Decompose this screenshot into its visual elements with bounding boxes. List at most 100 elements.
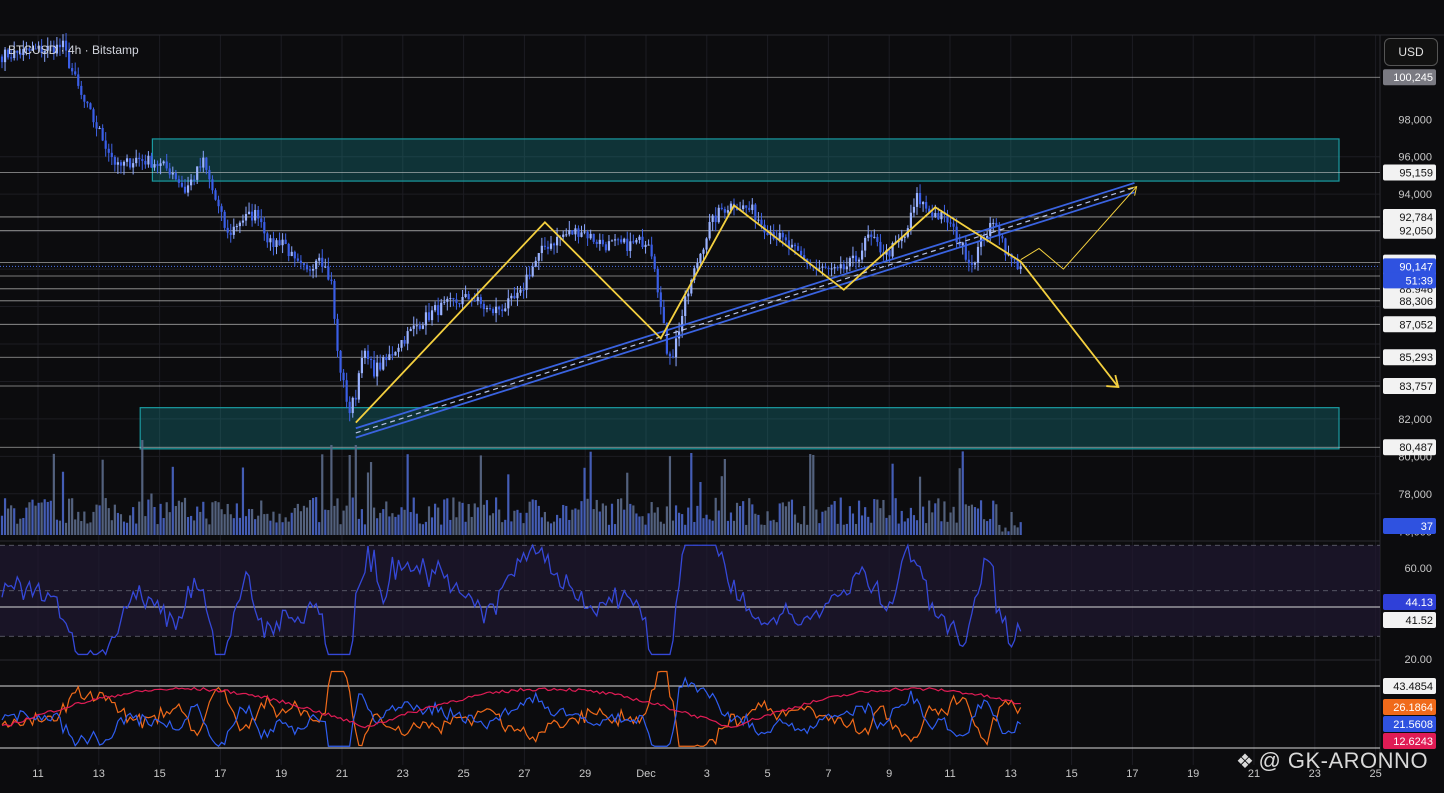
candle-body — [491, 309, 495, 314]
volume-bar — [531, 499, 534, 535]
candle-body — [342, 372, 345, 381]
candle-body — [373, 359, 376, 377]
candle — [430, 306, 434, 326]
last-price-label: 90,147 — [1383, 258, 1436, 275]
volume-bar — [568, 519, 571, 535]
price-badge-text: 12.6243 — [1393, 736, 1433, 748]
volume-bar — [574, 508, 577, 535]
volume-bar — [196, 506, 199, 535]
candle-body — [247, 211, 251, 215]
candle-body — [501, 309, 504, 312]
chart-svg[interactable]: 11 13 15 17 19 21 23 25 27 29 Dec 3 5 7 9 11 13 15 17 19 21 2… — [0, 0, 1444, 788]
volume-bar — [830, 504, 833, 535]
candle — [967, 250, 970, 272]
candle — [537, 252, 540, 271]
volume-bar — [696, 505, 699, 535]
candle-body — [949, 222, 952, 224]
volume-bar — [61, 471, 65, 535]
candle-body — [598, 239, 601, 244]
volume-bar — [671, 520, 675, 535]
volume-bar — [440, 524, 443, 535]
volume-bar — [269, 520, 272, 535]
volume-bar — [964, 504, 967, 535]
candle-body — [113, 157, 116, 165]
volume-bar — [693, 521, 696, 535]
volume-bar — [540, 517, 543, 535]
candle-body — [235, 226, 238, 228]
candle-body — [488, 308, 492, 310]
currency-button[interactable]: USD — [1384, 38, 1438, 66]
volume-bar — [77, 511, 80, 535]
candle-body — [476, 297, 479, 301]
binance-diamond-icon: ❖ — [1236, 751, 1255, 773]
candle-body — [620, 239, 623, 243]
volume-bar — [1004, 527, 1007, 535]
volume-bar — [305, 507, 309, 535]
volume-bar — [763, 524, 766, 535]
x-tick-label: 11 — [944, 768, 955, 780]
candle — [434, 301, 437, 313]
dmi-red-label: 12.6243 — [1383, 733, 1436, 749]
price-badge-text: 83,757 — [1399, 381, 1433, 393]
candle — [287, 242, 290, 262]
x-tick-label: 7 — [825, 768, 831, 780]
candle — [263, 216, 266, 241]
volume-bar — [430, 517, 434, 535]
volume-bar — [406, 454, 409, 535]
chart-canvas[interactable]: 11 13 15 17 19 21 23 25 27 29 Dec 3 5 7 9 11 13 15 17 19 21 2… — [0, 0, 1444, 788]
candle-body — [418, 325, 421, 329]
volume-bar — [613, 524, 617, 535]
candle-body — [918, 193, 922, 205]
candle-body — [406, 331, 409, 344]
volume-bar — [516, 509, 519, 535]
candle-body — [266, 233, 269, 243]
volume-bar — [745, 524, 748, 535]
volume-bar — [790, 499, 794, 535]
volume-bar — [796, 522, 800, 535]
candle-body — [434, 305, 437, 311]
candle-body — [205, 157, 208, 170]
volume-bar — [464, 521, 467, 535]
candle — [790, 238, 794, 249]
candle-body — [607, 241, 611, 251]
volume-bar — [98, 505, 101, 535]
price-badge-text: 26.1864 — [1393, 702, 1433, 714]
candle — [373, 351, 376, 379]
candle — [623, 237, 626, 244]
volume-bar — [177, 500, 180, 535]
rsi-tick-label: 20.00 — [1404, 654, 1432, 666]
volume-bar — [293, 507, 296, 535]
volume-bar — [879, 508, 882, 535]
volume-bar — [949, 512, 952, 535]
candle — [464, 285, 467, 299]
candle-body — [857, 259, 861, 262]
candle — [406, 326, 409, 351]
candle — [418, 321, 421, 331]
volume-bar — [339, 524, 342, 535]
candle-body — [183, 186, 187, 193]
candle — [629, 232, 632, 258]
volume-bar — [324, 509, 327, 535]
volume-bar — [586, 498, 589, 535]
candle — [879, 234, 882, 259]
volume-bar — [595, 499, 598, 535]
candle — [647, 239, 650, 246]
volume-bar — [931, 512, 934, 535]
candle-body — [473, 300, 476, 302]
candle-body — [864, 237, 867, 251]
candle — [119, 159, 123, 174]
candle-body — [220, 206, 223, 212]
x-tick-label: 3 — [704, 768, 710, 780]
candle-body — [1001, 236, 1004, 239]
price-badge-text: 100,245 — [1393, 72, 1433, 84]
volume-bar — [223, 514, 226, 535]
candle — [241, 214, 245, 227]
volume-bar — [467, 504, 470, 535]
volume-bar — [543, 511, 546, 535]
volume-bar — [336, 498, 339, 535]
candle-body — [742, 205, 745, 210]
candle-body — [464, 294, 467, 297]
volume-bar — [43, 499, 46, 535]
volume-bar — [125, 522, 129, 535]
candle-body — [308, 269, 312, 271]
